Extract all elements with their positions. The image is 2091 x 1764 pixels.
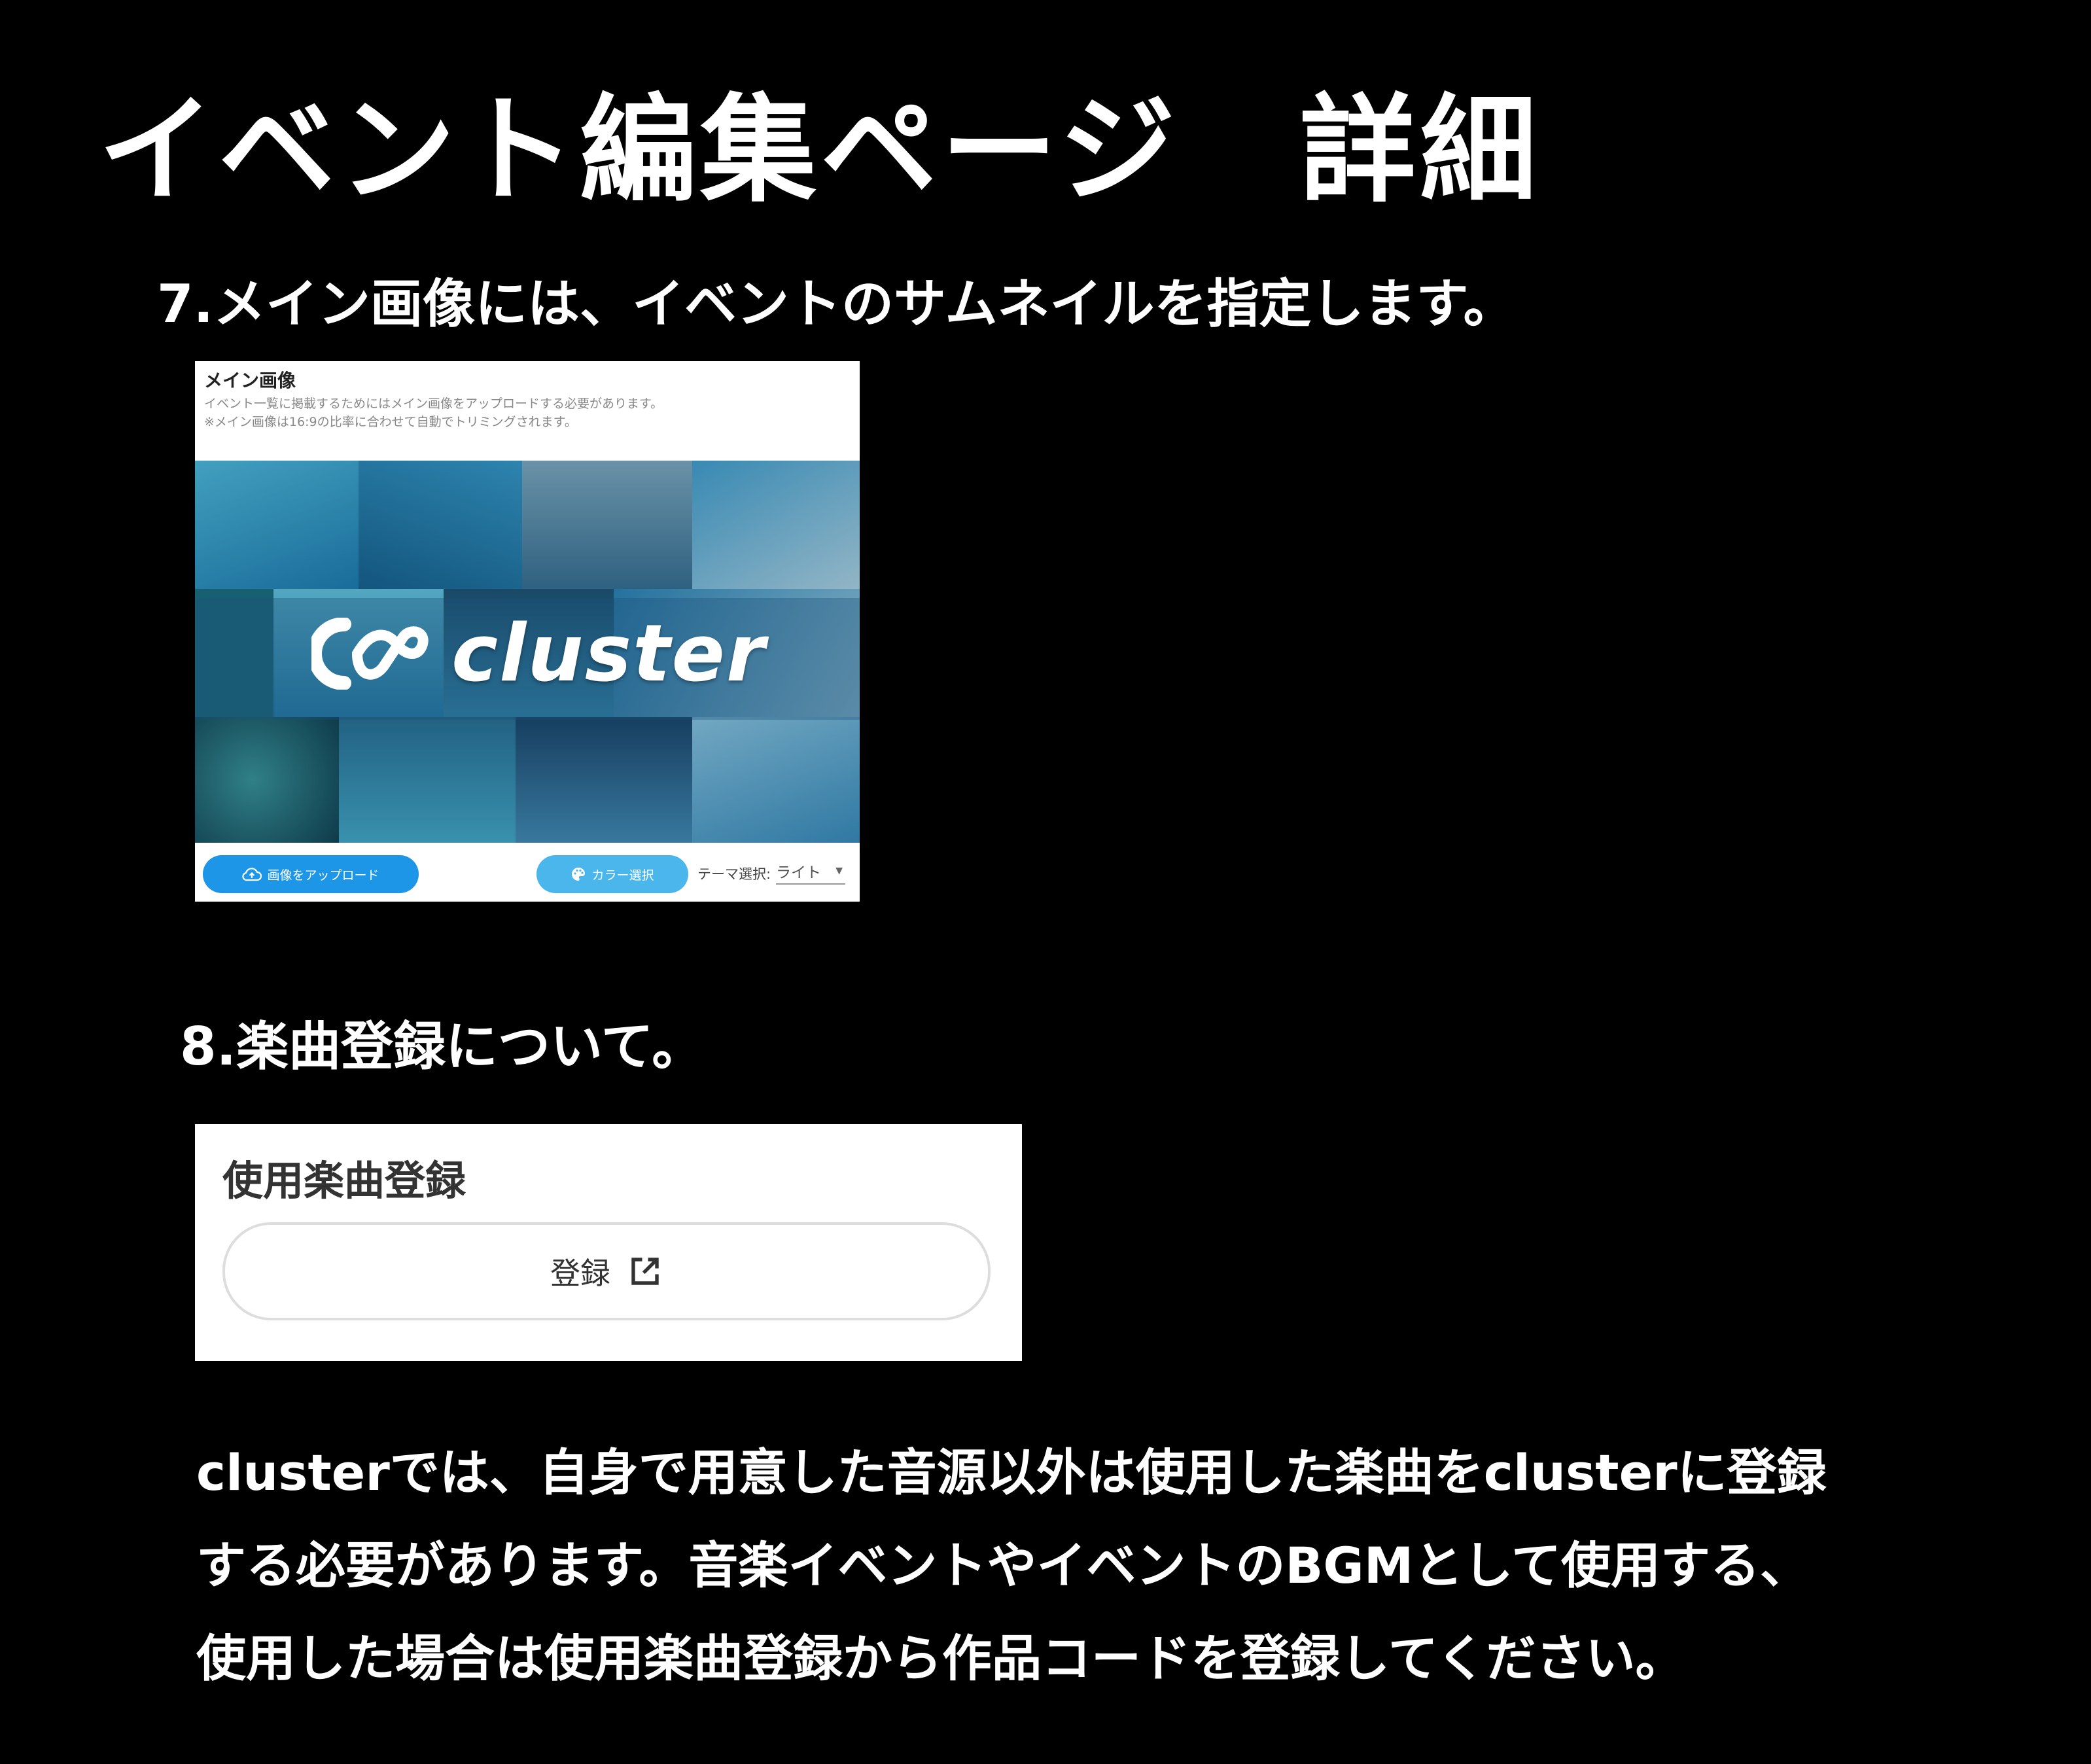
cluster-logo-text: cluster (451, 609, 767, 699)
step-8-heading: 8.楽曲登録について。 (180, 1016, 705, 1077)
main-image-panel: メイン画像 イベント一覧に掲載するためにはメイン画像をアップロードする必要があり… (195, 361, 860, 902)
explanation-paragraph: clusterでは、自身で用意した音源以外は使用した楽曲をclusterに登録 … (196, 1426, 2028, 1705)
theme-select-label: テーマ選択: (697, 866, 771, 882)
cloud-upload-icon (242, 868, 262, 881)
color-select-button[interactable]: カラー選択 (536, 855, 688, 893)
register-button[interactable]: 登録 (222, 1222, 991, 1320)
music-registration-title: 使用楽曲登録 (222, 1157, 466, 1205)
main-image-description: イベント一覧に掲載するためにはメイン画像をアップロードする必要があります。 (204, 397, 663, 411)
main-image-note: ※メイン画像は16:9の比率に合わせて自動でトリミングされます。 (204, 415, 577, 429)
register-button-label: 登録 (550, 1256, 610, 1291)
main-image-label: メイン画像 (204, 370, 296, 391)
upload-image-button[interactable]: 画像をアップロード (203, 855, 419, 893)
upload-image-button-label: 画像をアップロード (267, 868, 379, 883)
theme-select-dropdown[interactable]: ライト ▼ (776, 858, 845, 885)
paragraph-line-3: 使用した場合は使用楽曲登録から作品コードを登録してください。 (196, 1629, 1685, 1687)
color-select-button-label: カラー選択 (591, 868, 654, 883)
music-registration-panel: 使用楽曲登録 登録 (195, 1124, 1022, 1361)
page-title: イベント編集ページ 詳細 (98, 82, 1541, 218)
external-link-icon (631, 1258, 659, 1285)
paragraph-line-1: clusterでは、自身で用意した音源以外は使用した楽曲をclusterに登録 (196, 1443, 1827, 1502)
main-image-thumbnail: cluster (195, 461, 860, 843)
paragraph-line-2: する必要があります。音楽イベントやイベントのBGMとして使用する、 (196, 1536, 1810, 1595)
cluster-logo-icon (311, 618, 429, 690)
caret-down-icon: ▼ (835, 866, 843, 876)
palette-icon (572, 868, 586, 881)
theme-select-value: ライト (776, 864, 821, 881)
step-7-heading: 7.メイン画像には、イベントのサムネイルを指定します。 (157, 273, 1516, 334)
